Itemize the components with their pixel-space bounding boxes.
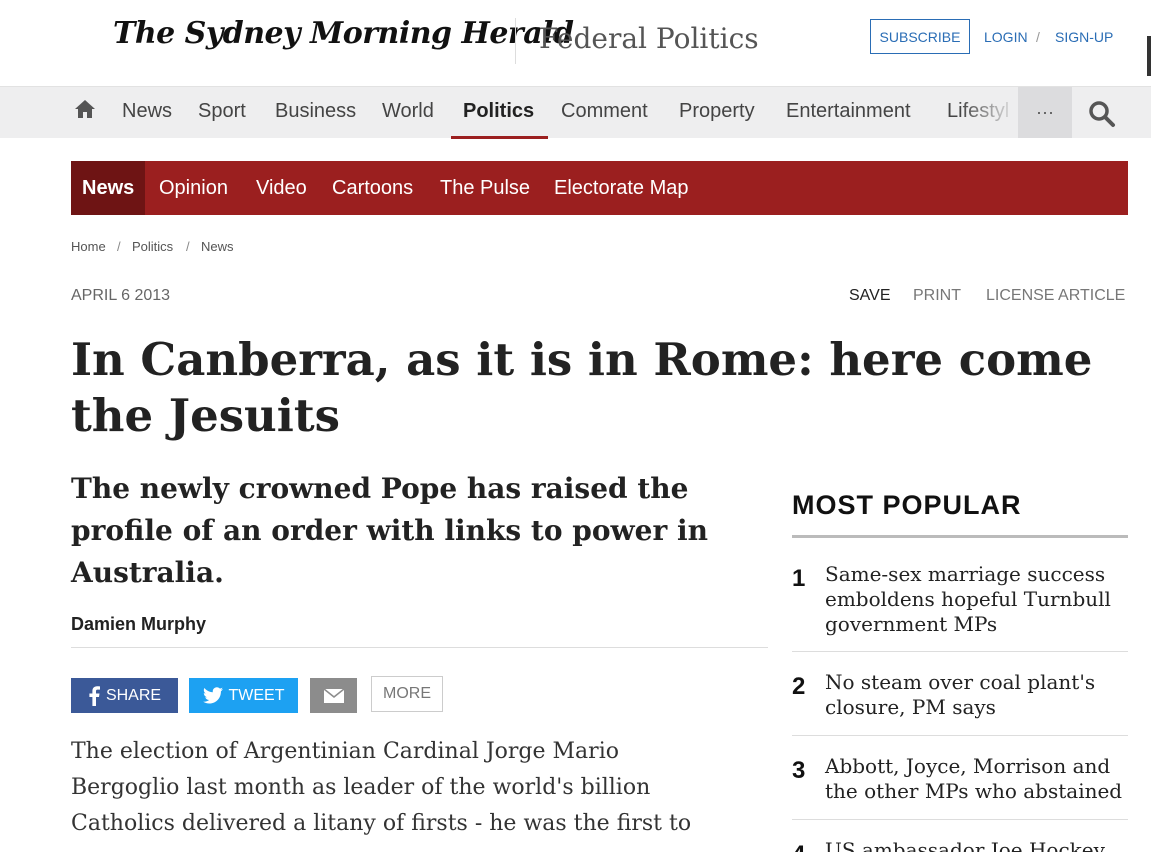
print-button[interactable]: PRINT (913, 287, 961, 305)
section-title[interactable]: Federal Politics (539, 22, 759, 55)
popular-rank: 2 (792, 673, 806, 700)
email-icon (323, 688, 344, 703)
license-article-button[interactable]: LICENSE ARTICLE (986, 287, 1125, 305)
tweet-label: TWEET (228, 686, 285, 704)
save-button[interactable]: SAVE (849, 287, 891, 305)
facebook-share-button[interactable]: SHARE (71, 678, 178, 713)
most-popular-item[interactable]: 4 US ambassador Joe Hockey (792, 838, 1128, 852)
breadcrumb-politics[interactable]: Politics (132, 239, 173, 254)
nav-item-world[interactable]: World (382, 100, 434, 123)
subscribe-button[interactable]: SUBSCRIBE (870, 19, 970, 54)
subnav-item-opinion[interactable]: Opinion (159, 161, 228, 215)
signup-link[interactable]: SIGN-UP (1055, 29, 1113, 45)
article-date: APRIL 6 2013 (71, 287, 171, 304)
popular-title[interactable]: Same-sex marriage success emboldens hope… (825, 562, 1125, 637)
login-separator: / (1036, 29, 1040, 45)
twitter-share-button[interactable]: TWEET (189, 678, 298, 713)
subnav-item-video[interactable]: Video (256, 161, 307, 215)
breadcrumb-separator: / (186, 239, 190, 254)
subnav-item-cartoons[interactable]: Cartoons (332, 161, 413, 215)
site-logo[interactable]: The Sydney Morning Herald (113, 16, 574, 51)
most-popular-rule (792, 535, 1128, 538)
most-popular-item[interactable]: 3 Abbott, Joyce, Morrison and the other … (792, 754, 1128, 820)
subnav-item-the-pulse[interactable]: The Pulse (440, 161, 530, 215)
email-share-button[interactable] (310, 678, 357, 713)
popular-title[interactable]: No steam over coal plant's closure, PM s… (825, 670, 1125, 720)
facebook-icon (89, 685, 100, 706)
section-subnav: News Opinion Video Cartoons The Pulse El… (71, 161, 1128, 215)
nav-item-news[interactable]: News (122, 100, 172, 123)
popular-rank: 1 (792, 565, 806, 592)
nav-item-comment[interactable]: Comment (561, 100, 648, 123)
nav-item-lifestyle[interactable]: Lifestyl (947, 100, 1009, 123)
nav-item-sport[interactable]: Sport (198, 100, 246, 123)
more-share-button[interactable]: MORE (371, 676, 443, 712)
scrollbar[interactable] (1147, 36, 1151, 76)
search-icon[interactable] (1088, 100, 1116, 128)
popular-rank: 4 (792, 841, 805, 852)
most-popular-item[interactable]: 1 Same-sex marriage success emboldens ho… (792, 562, 1128, 652)
nav-item-business[interactable]: Business (275, 100, 356, 123)
masthead: The Sydney Morning Herald Federal Politi… (0, 0, 1151, 86)
most-popular-heading: MOST POPULAR (792, 490, 1022, 520)
most-popular-item[interactable]: 2 No steam over coal plant's closure, PM… (792, 670, 1128, 736)
nav-item-politics[interactable]: Politics (463, 100, 534, 123)
twitter-icon (202, 687, 223, 704)
nav-item-entertainment[interactable]: Entertainment (786, 100, 911, 123)
popular-rank: 3 (792, 757, 806, 784)
article-byline[interactable]: Damien Murphy (71, 614, 206, 635)
breadcrumb-home[interactable]: Home (71, 239, 106, 254)
share-label: SHARE (105, 686, 162, 704)
active-nav-underline (451, 136, 548, 139)
popular-title[interactable]: US ambassador Joe Hockey (825, 838, 1125, 852)
popular-divider (792, 819, 1128, 820)
home-icon[interactable] (73, 97, 97, 121)
article-body: The election of Argentinian Cardinal Jor… (71, 739, 692, 836)
breadcrumb-separator: / (117, 239, 121, 254)
popular-title[interactable]: Abbott, Joyce, Morrison and the other MP… (825, 754, 1125, 804)
popular-divider (792, 735, 1128, 736)
article-headline: In Canberra, as it is in Rome: here come… (71, 333, 1093, 442)
masthead-divider (515, 18, 516, 64)
subnav-item-electorate-map[interactable]: Electorate Map (554, 161, 689, 215)
more-nav-button[interactable]: ··· (1018, 87, 1072, 138)
login-link[interactable]: LOGIN (984, 29, 1028, 45)
article-standfirst: The newly crowned Pope has raised the pr… (71, 472, 708, 589)
subnav-item-news[interactable]: News (71, 161, 146, 215)
nav-item-property[interactable]: Property (679, 100, 755, 123)
byline-divider (71, 647, 768, 648)
main-nav: News Sport Business World Politics Comme… (0, 86, 1151, 139)
breadcrumb-news[interactable]: News (201, 239, 234, 254)
popular-divider (792, 651, 1128, 652)
